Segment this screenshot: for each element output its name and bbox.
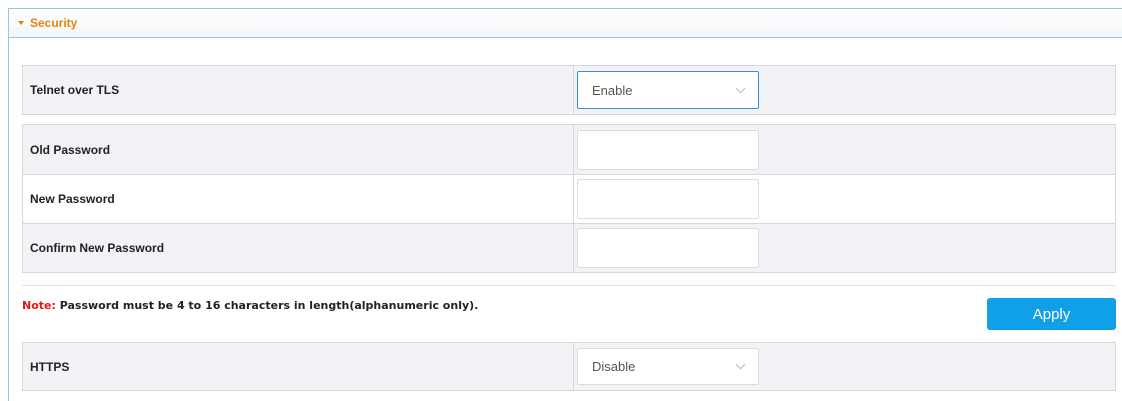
https-row: HTTPS Disable — [23, 343, 1115, 390]
chevron-down-icon — [735, 83, 746, 93]
section-left-border — [8, 38, 9, 401]
telnet-label: Telnet over TLS — [23, 66, 574, 114]
telnet-table: Telnet over TLS Enable — [22, 65, 1116, 115]
old-password-cell — [574, 125, 1115, 174]
old-password-label: Old Password — [23, 125, 574, 174]
security-section-header[interactable]: Security — [8, 8, 1122, 38]
telnet-value-cell: Enable — [574, 66, 1115, 114]
telnet-row: Telnet over TLS Enable — [23, 66, 1115, 114]
note-divider — [22, 285, 1116, 286]
https-select[interactable]: Disable — [577, 348, 759, 385]
old-password-input[interactable] — [577, 129, 759, 170]
new-password-label: New Password — [23, 175, 574, 223]
confirm-password-label: Confirm New Password — [23, 224, 574, 272]
telnet-select[interactable]: Enable — [577, 71, 759, 109]
password-table: Old Password New Password Confirm New Pa… — [22, 124, 1116, 273]
new-password-cell — [574, 175, 1115, 223]
https-table: HTTPS Disable — [22, 342, 1116, 391]
chevron-down-icon — [735, 359, 746, 370]
telnet-select-value: Enable — [592, 82, 633, 98]
https-value-cell: Disable — [574, 343, 1115, 390]
old-password-row: Old Password — [23, 125, 1115, 174]
new-password-input[interactable] — [577, 179, 759, 219]
note-label: Note: — [22, 299, 56, 312]
password-note: Note: Password must be 4 to 16 character… — [22, 299, 478, 312]
new-password-row: New Password — [23, 174, 1115, 223]
confirm-password-cell — [574, 224, 1115, 272]
security-settings-page: Security Telnet over TLS Enable Old Pass… — [0, 0, 1122, 401]
confirm-password-input[interactable] — [577, 228, 759, 268]
section-title: Security — [30, 16, 78, 30]
confirm-password-row: Confirm New Password — [23, 223, 1115, 272]
caret-down-icon — [18, 21, 24, 25]
https-label: HTTPS — [23, 343, 574, 390]
note-text: Password must be 4 to 16 characters in l… — [55, 299, 479, 312]
apply-button[interactable]: Apply — [987, 298, 1116, 330]
https-select-value: Disable — [592, 359, 636, 374]
